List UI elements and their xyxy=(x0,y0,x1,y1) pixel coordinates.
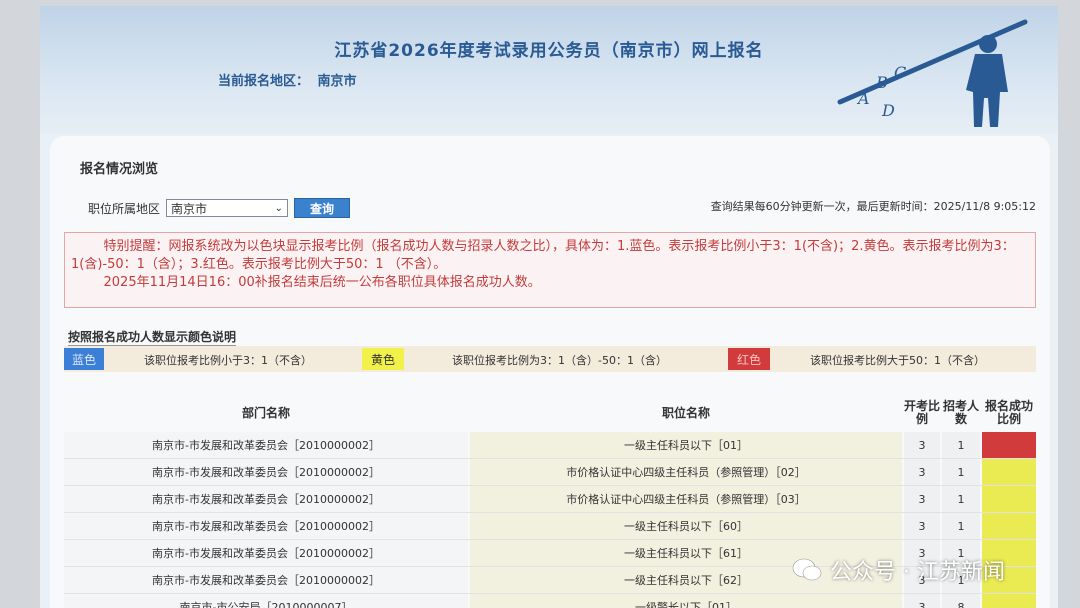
quota-cell: 8 xyxy=(942,594,980,608)
figure-letter-b: B xyxy=(875,73,888,92)
watermark: 公众号 · 江苏新闻 xyxy=(792,554,1005,586)
header-quota: 招考人数 xyxy=(942,399,979,426)
status-color-block xyxy=(982,513,1036,539)
table-row: 南京市-市发展和改革委员会［2010000002］ 一级主任科员以下［60］ 3 1 xyxy=(64,513,1036,540)
header-position: 职位名称 xyxy=(661,405,710,420)
browser-page: 江苏省2026年度考试录用公务员（南京市）网上报名 当前报名地区： 南京市 A … xyxy=(40,6,1058,608)
writing-figure-icon: A B C D xyxy=(837,19,1028,127)
dept-cell: 南京市-市发展和改革委员会［2010000002］ xyxy=(64,432,468,458)
dept-cell: 南京市-市发展和改革委员会［2010000002］ xyxy=(64,540,468,566)
ratio-cell: 3 xyxy=(904,459,940,485)
legend-swatch-blue: 蓝色 xyxy=(64,348,104,370)
quota-cell: 1 xyxy=(942,513,980,539)
position-cell: 一级主任科员以下［60］ xyxy=(470,513,902,539)
section-title: 报名情况浏览 xyxy=(80,162,159,177)
update-info: 查询结果每60分钟更新一次，最后更新时间：2025/11/8 9:05:12 xyxy=(710,200,1036,213)
dept-cell: 南京市-市发展和改革委员会［2010000002］ xyxy=(64,459,468,485)
ratio-cell: 3 xyxy=(904,486,940,512)
query-button[interactable]: 查询 xyxy=(294,198,351,218)
dept-cell: 南京市-市发展和改革委员会［2010000002］ xyxy=(64,513,468,539)
watermark-text: 公众号 · 江苏新闻 xyxy=(830,560,1005,585)
wechat-icon xyxy=(792,558,822,581)
dept-cell: 南京市-市发展和改革委员会［2010000002］ xyxy=(64,567,468,593)
figure-letter-a: A xyxy=(856,89,870,108)
ratio-cell: 3 xyxy=(904,513,940,539)
table-row: 南京市-市公安局［2010000007］ 一级警长以下［01］ 3 8 xyxy=(64,594,1036,608)
status-color-block xyxy=(982,486,1036,512)
notice-box: 特别提醒：网报系统改为以色块显示报考比例（报名成功人数与招录人数之比），具体为：… xyxy=(64,232,1036,308)
chevron-down-icon: ⌄ xyxy=(274,202,284,214)
region-select[interactable]: 南京市 ⌄ xyxy=(166,199,289,217)
position-cell: 一级主任科员以下［01］ xyxy=(470,432,902,458)
notice-line-2: 2025年11月14日16：00补报名结束后统一公布各职位具体报名成功人数。 xyxy=(103,275,541,290)
status-color-block xyxy=(982,432,1036,458)
legend-desc-yellow: 该职位报考比例为3：1（含）-50：1（含） xyxy=(452,354,667,367)
current-region-label: 当前报名地区： xyxy=(218,74,310,89)
position-cell: 市价格认证中心四级主任科员（参照管理）［03］ xyxy=(470,486,902,512)
header-dept: 部门名称 xyxy=(241,405,290,420)
dept-cell: 南京市-市公安局［2010000007］ xyxy=(64,594,468,608)
ratio-cell: 3 xyxy=(904,594,940,608)
position-cell: 市价格认证中心四级主任科员（参照管理）［02］ xyxy=(470,459,902,485)
legend-swatch-red: 红色 xyxy=(728,348,770,370)
table-row: 南京市-市发展和改革委员会［2010000002］ 市价格认证中心四级主任科员（参… xyxy=(64,486,1036,513)
position-cell: 一级警长以下［01］ xyxy=(470,594,902,608)
notice-line-1: 特别提醒：网报系统改为以色块显示报考比例（报名成功人数与招录人数之比），具体为：… xyxy=(71,239,1015,272)
header-ratio: 开考比例 xyxy=(904,399,941,426)
quota-cell: 1 xyxy=(942,459,980,485)
legend-swatch-yellow: 黄色 xyxy=(362,348,404,370)
color-legend: 蓝色 该职位报考比例小于3：1（不含） 黄色 该职位报考比例为3：1（含）-50… xyxy=(64,346,1036,372)
quota-cell: 1 xyxy=(942,432,980,458)
content-panel: 报名情况浏览 职位所属地区 南京市 ⌄ 查询 查询结果每60分钟更新一次，最后更… xyxy=(50,136,1050,608)
ratio-cell: 3 xyxy=(904,432,940,458)
dept-cell: 南京市-市发展和改革委员会［2010000002］ xyxy=(64,486,468,512)
header-status: 报名成功比例 xyxy=(984,399,1033,426)
header-banner: 江苏省2026年度考试录用公务员（南京市）网上报名 当前报名地区： 南京市 A … xyxy=(40,6,1058,134)
quota-cell: 1 xyxy=(942,486,980,512)
legend-title: 按照报名成功人数显示颜色说明 xyxy=(68,330,237,346)
table-row: 南京市-市发展和改革委员会［2010000002］ 一级主任科员以下［01］ 3 1 xyxy=(64,432,1036,459)
region-filter-label: 职位所属地区 xyxy=(88,201,161,216)
region-select-value: 南京市 xyxy=(171,201,208,216)
status-color-block xyxy=(982,594,1036,608)
current-region: 当前报名地区： 南京市 xyxy=(218,70,361,89)
filter-row: 职位所属地区 南京市 ⌄ 查询 xyxy=(88,198,351,218)
table-header: 部门名称 职位名称 开考比例 招考人数 报名成功比例 xyxy=(64,394,1036,432)
table-row: 南京市-市发展和改革委员会［2010000002］ 市价格认证中心四级主任科员（参… xyxy=(64,459,1036,486)
figure-letter-c: C xyxy=(894,63,906,82)
legend-desc-blue: 该职位报考比例小于3：1（不含） xyxy=(144,354,312,367)
current-region-value: 南京市 xyxy=(317,74,357,89)
status-color-block xyxy=(982,459,1036,485)
figure-letter-d: D xyxy=(881,101,895,120)
legend-desc-red: 该职位报考比例大于50：1（不含） xyxy=(810,354,985,367)
